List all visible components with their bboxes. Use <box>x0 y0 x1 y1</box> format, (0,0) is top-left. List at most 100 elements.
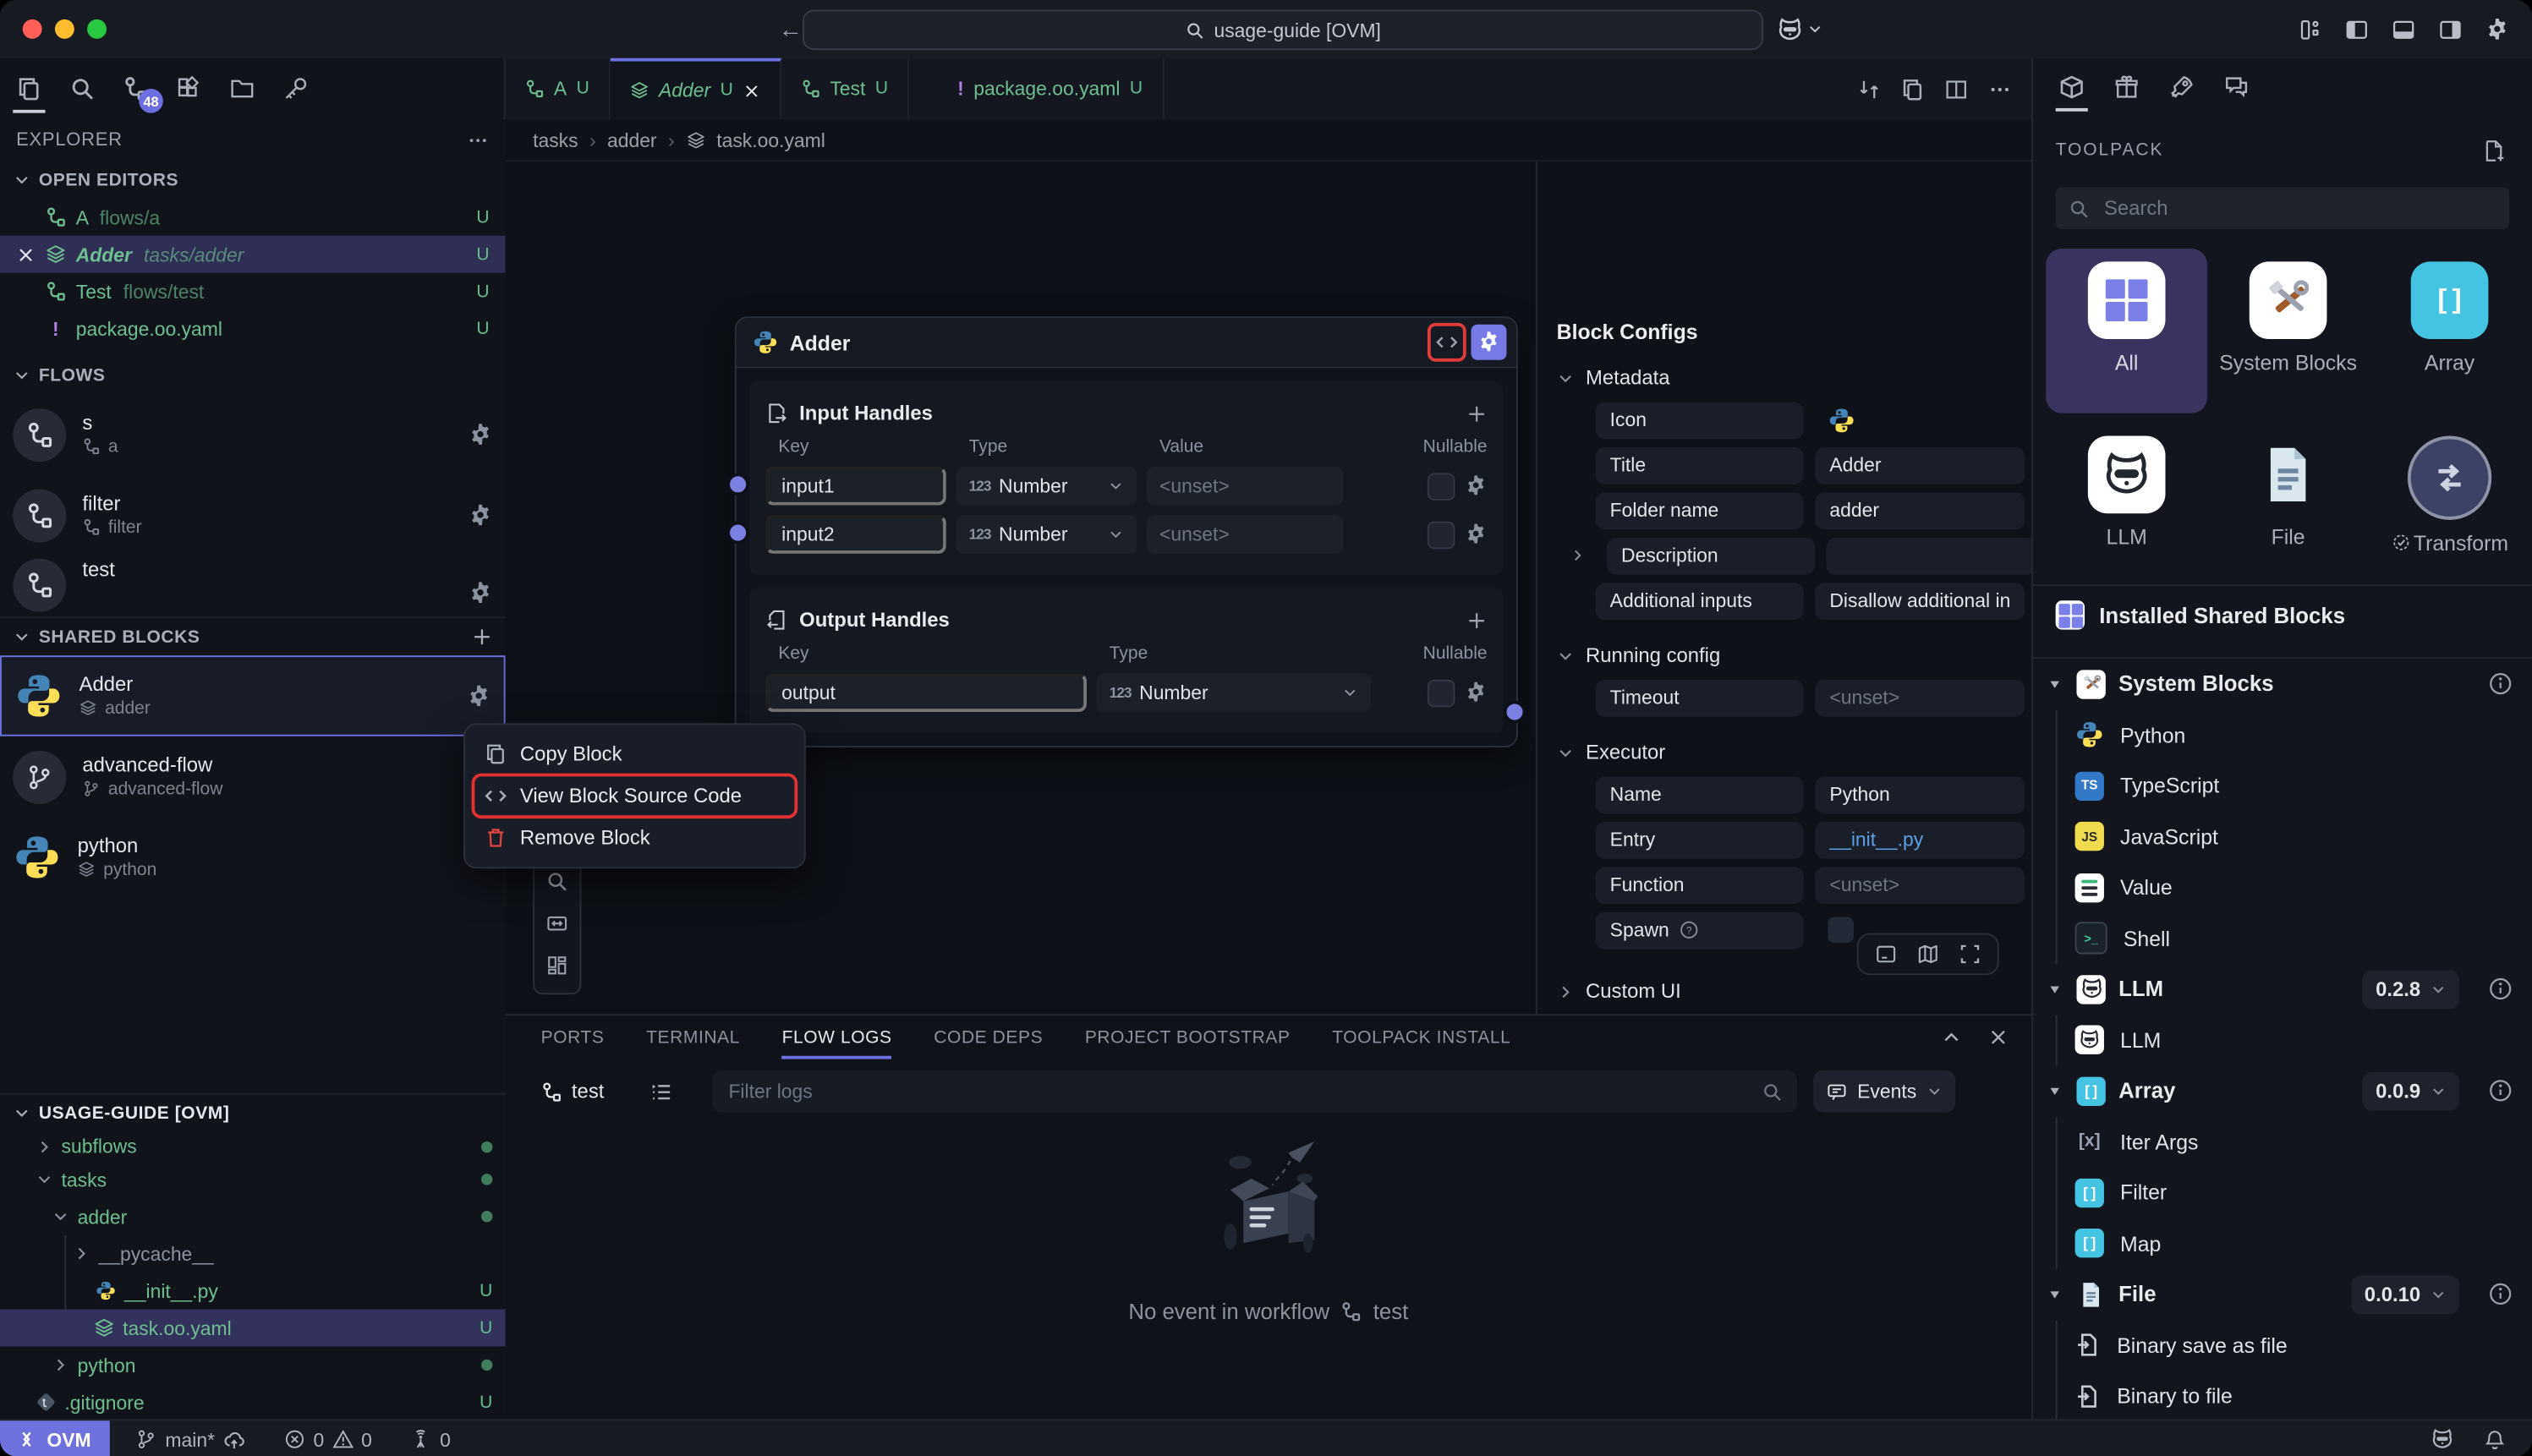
deploy-rocket-icon[interactable] <box>2168 74 2195 101</box>
workspace-search-bar[interactable]: usage-guide [OVM] <box>803 9 1763 50</box>
close-icon[interactable] <box>16 244 36 264</box>
mascot-icon[interactable] <box>2431 1427 2455 1452</box>
tab-adder-active[interactable]: Adder U <box>611 58 781 120</box>
flow-item[interactable]: s a <box>0 394 506 474</box>
chevron-right-icon[interactable] <box>1570 547 1586 563</box>
toolpack-search[interactable] <box>2056 187 2510 229</box>
handle-settings-gear-icon[interactable] <box>1465 474 1488 497</box>
group-array[interactable]: [ ] Array 0.0.9 <box>2033 1065 2532 1116</box>
metadata-group[interactable]: Metadata <box>1537 359 2033 397</box>
node-header[interactable]: Adder <box>737 318 1516 368</box>
folder-value-field[interactable]: adder <box>1815 491 2025 528</box>
handle-value-field[interactable]: <unset> <box>1147 467 1344 506</box>
block-shell[interactable]: >_ Shell <box>2033 913 2532 964</box>
block-binary-save-as-file[interactable]: Binary save as file <box>2033 1320 2532 1371</box>
tab-a[interactable]: A U <box>506 58 611 120</box>
custom-ui-group[interactable]: Custom UI <box>1537 972 2033 1010</box>
flow-settings-gear-icon[interactable] <box>469 422 493 446</box>
block-llm[interactable]: LLM <box>2033 1015 2532 1065</box>
flow-item[interactable]: filter filter <box>0 474 506 555</box>
filter-logs-input[interactable] <box>712 1070 1797 1113</box>
console-panel-icon[interactable] <box>1875 943 1898 966</box>
layout-grid-icon[interactable] <box>545 954 568 977</box>
close-icon[interactable] <box>743 81 760 99</box>
info-icon[interactable] <box>2488 1079 2513 1103</box>
toggle-bottom-panel-icon[interactable] <box>2392 17 2416 41</box>
handle-key-input[interactable] <box>765 673 1087 712</box>
toggle-left-sidebar-icon[interactable] <box>2344 17 2369 41</box>
running-config-group[interactable]: Running config <box>1537 636 2033 675</box>
node-settings-gear-button[interactable] <box>1471 325 1506 360</box>
description-value-field[interactable] <box>1827 537 2036 574</box>
fit-view-icon[interactable] <box>545 912 568 935</box>
category-all[interactable]: All <box>2046 249 2207 413</box>
handle-value-field[interactable]: <unset> <box>1147 515 1344 554</box>
tab-test[interactable]: Test U <box>781 58 909 120</box>
category-array[interactable]: [ ] Array <box>2369 249 2530 376</box>
chat-icon[interactable] <box>2223 74 2250 101</box>
flow-settings-gear-icon[interactable] <box>469 503 493 528</box>
search-activity-icon[interactable] <box>69 76 96 102</box>
remote-indicator[interactable]: OVM <box>0 1420 110 1456</box>
flows-header[interactable]: FLOWS <box>0 357 506 394</box>
block-python[interactable]: Python <box>2033 709 2532 760</box>
window-controls[interactable] <box>0 19 119 39</box>
open-editor-item-active[interactable]: Adder tasks/adder U <box>0 236 506 273</box>
tree-item-initpy[interactable]: __init__.py U <box>66 1273 505 1310</box>
open-editor-item[interactable]: ! package.oo.yaml U <box>0 310 506 348</box>
tree-item-pycache[interactable]: __pycache__ <box>66 1235 505 1273</box>
folder-activity-icon[interactable] <box>229 76 255 102</box>
minimap-icon[interactable] <box>1916 943 1939 966</box>
shared-block-item[interactable]: python python <box>0 817 506 897</box>
events-dropdown[interactable]: Events <box>1814 1070 1955 1113</box>
explorer-more-actions-icon[interactable] <box>467 129 490 152</box>
tree-item-adder[interactable]: adder <box>0 1198 506 1235</box>
rewards-gift-icon[interactable] <box>2113 74 2140 101</box>
title-value-field[interactable]: Adder <box>1815 446 2025 484</box>
project-root-header[interactable]: USAGE-GUIDE [OVM] <box>0 1093 506 1132</box>
maximize-window-button[interactable] <box>87 19 107 39</box>
array-version-select[interactable]: 0.0.9 <box>2363 1071 2459 1110</box>
category-llm[interactable]: LLM <box>2046 423 2207 550</box>
category-system-blocks[interactable]: System Blocks <box>2207 249 2369 376</box>
flow-item[interactable]: test <box>0 556 506 617</box>
maximize-panel-icon[interactable] <box>1941 1026 1962 1048</box>
close-panel-icon[interactable] <box>1987 1026 2009 1048</box>
shared-block-item-selected[interactable]: Adder adder <box>0 655 506 736</box>
remove-block-menu-item[interactable]: Remove Block <box>473 817 796 859</box>
llm-version-select[interactable]: 0.2.8 <box>2363 970 2459 1009</box>
handle-settings-gear-icon[interactable] <box>1465 681 1488 704</box>
tab-project-bootstrap[interactable]: PROJECT BOOTSTRAP <box>1085 1015 1291 1059</box>
split-editor-icon[interactable] <box>1944 77 1969 101</box>
copy-file-icon[interactable] <box>1900 77 1925 101</box>
git-branch-status[interactable]: main* <box>136 1428 245 1451</box>
handle-settings-gear-icon[interactable] <box>1465 523 1488 546</box>
copy-block-menu-item[interactable]: Copy Block <box>473 733 796 775</box>
settings-gear-icon[interactable] <box>2485 17 2510 41</box>
log-flow-selector[interactable]: test <box>541 1080 605 1103</box>
block-map[interactable]: [ ] Map <box>2033 1218 2532 1269</box>
handle-type-select[interactable]: 123Number <box>956 515 1137 554</box>
shared-blocks-header[interactable]: SHARED BLOCKS <box>0 616 506 655</box>
tree-item-taskyaml-selected[interactable]: task.oo.yaml U <box>0 1310 506 1347</box>
tab-package[interactable]: ! package.oo.yaml U <box>938 58 1164 120</box>
executor-group[interactable]: Executor <box>1537 733 2033 772</box>
tree-item-tasks[interactable]: tasks <box>0 1161 506 1198</box>
executor-function-field[interactable]: <unset> <box>1815 866 2025 903</box>
help-question-icon[interactable] <box>1679 920 1698 939</box>
zoom-search-icon[interactable] <box>545 870 568 893</box>
tab-terminal[interactable]: TERMINAL <box>646 1015 740 1059</box>
block-typescript[interactable]: TS TypeScript <box>2033 760 2532 811</box>
timeout-value-field[interactable]: <unset> <box>1815 679 2025 716</box>
toggle-right-sidebar-icon[interactable] <box>2438 17 2463 41</box>
problems-status[interactable]: 0 0 <box>284 1428 372 1451</box>
output-connection-handle[interactable] <box>1504 701 1526 724</box>
handle-type-select[interactable]: 123Number <box>956 467 1137 506</box>
block-binary-to-file[interactable]: Binary to file <box>2033 1371 2532 1419</box>
minimize-window-button[interactable] <box>55 19 74 39</box>
tree-item-python[interactable]: python <box>0 1346 506 1383</box>
handle-type-select[interactable]: 123Number <box>1096 673 1371 712</box>
category-transform[interactable]: Transform <box>2369 423 2530 556</box>
more-actions-icon[interactable] <box>1987 77 2012 101</box>
secrets-activity-icon[interactable] <box>282 76 309 102</box>
